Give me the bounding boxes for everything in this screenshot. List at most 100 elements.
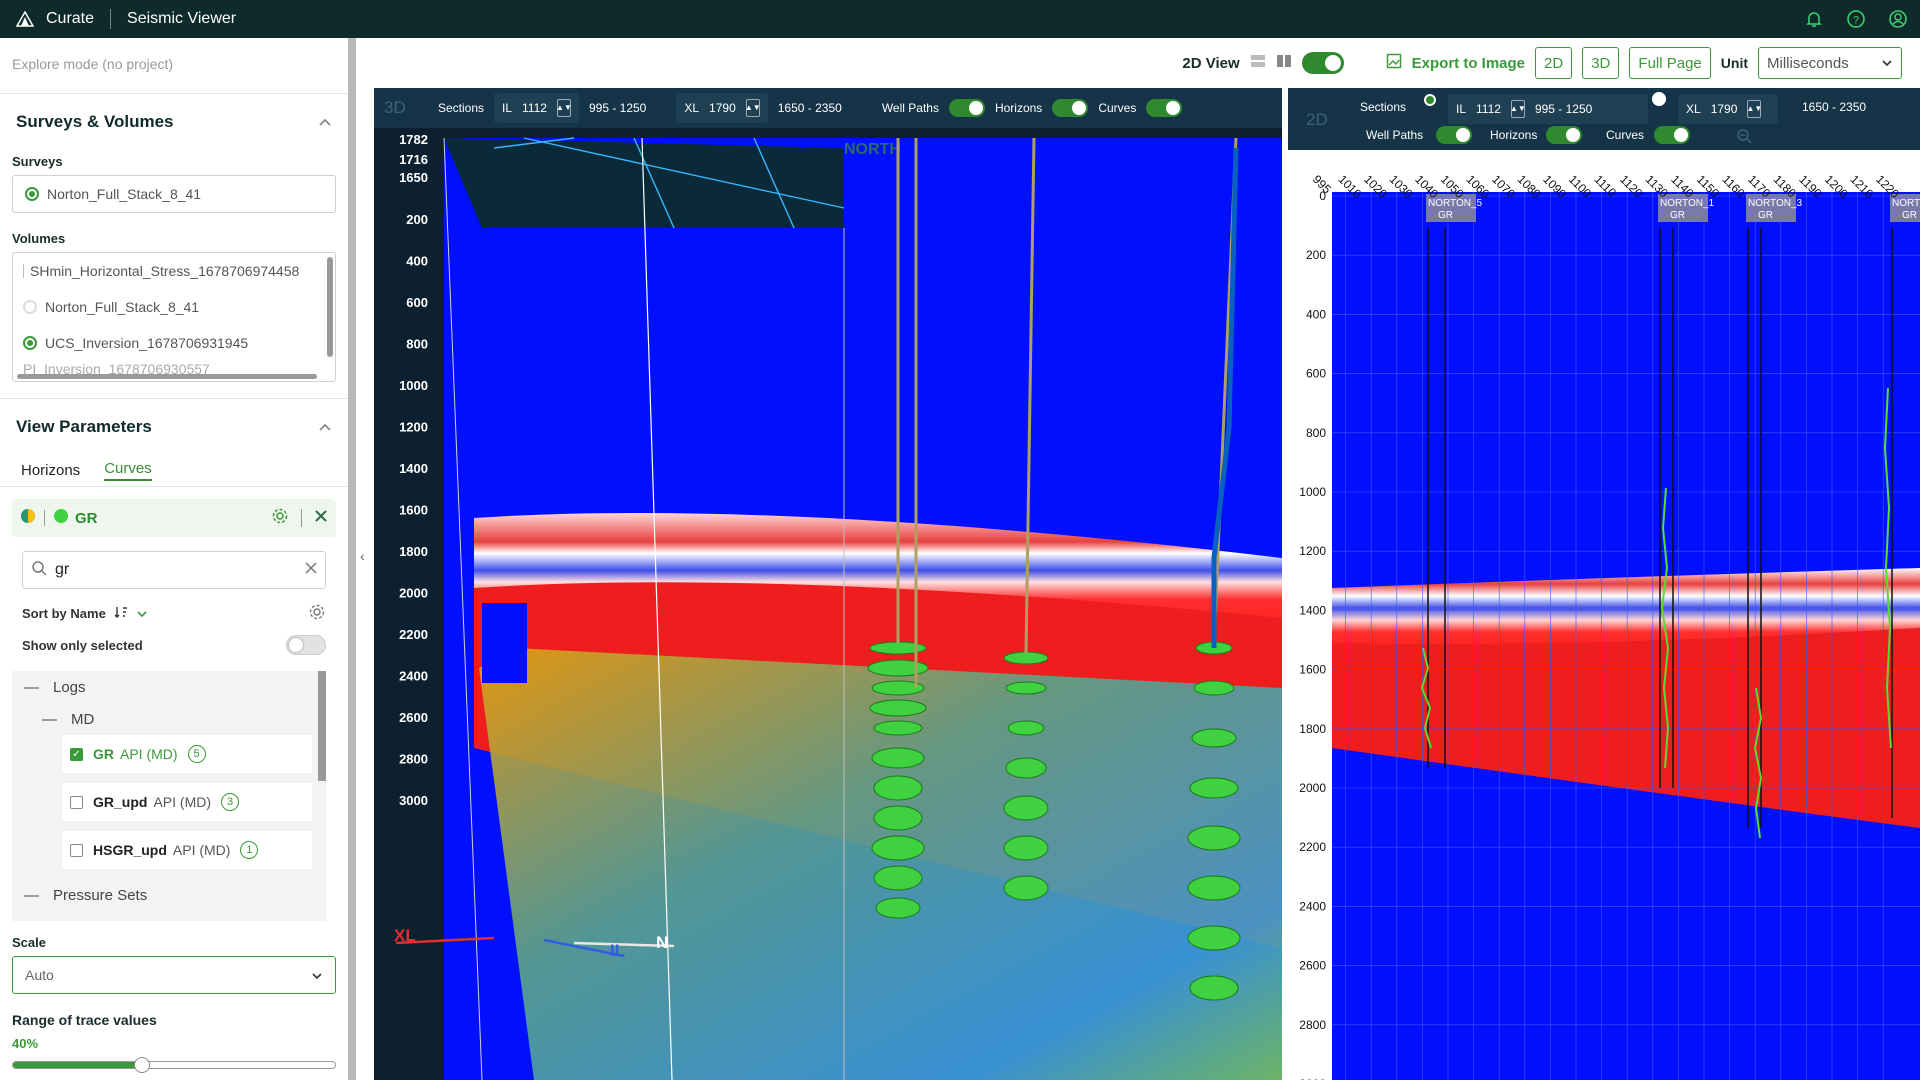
slider-thumb[interactable] [133,1057,150,1073]
sections-indicator-icon[interactable] [1424,94,1436,106]
tab-horizons[interactable]: Horizons [21,462,80,479]
well-paths-toggle[interactable] [948,99,985,117]
sort-direction-icon[interactable] [114,605,128,622]
curve-count-badge: 5 [187,745,206,763]
user-profile-icon[interactable] [1886,7,1910,31]
app-name[interactable]: Curate [46,10,94,28]
checkbox-checked-icon[interactable]: ✓ [70,747,83,761]
xl-spinner-icon[interactable]: ▲▼ [745,99,761,117]
checkbox-icon[interactable] [70,843,83,857]
layout-stacked-icon[interactable] [1250,54,1266,72]
radio-selected-icon [23,336,37,350]
survey-selector[interactable]: Norton_Full_Stack_8_41 [12,175,336,213]
xl-control[interactable]: XL 1790 ▲▼ [676,93,768,123]
volume-item[interactable]: SHmin_Horizontal_Stress_1678706974458 [13,253,335,289]
horizons-toggle[interactable] [1546,126,1582,144]
il-control[interactable]: IL 1112 ▲▼ [494,93,579,123]
chevron-up-icon[interactable] [318,417,332,437]
btn-2d[interactable]: 2D [1535,47,1573,79]
il-label: IL [1456,102,1467,116]
zoom-out-icon[interactable] [1736,128,1752,147]
show-selected-row: Show only selected [22,629,326,661]
colormap-icon[interactable] [20,508,36,528]
collapse-panel-chevron-left-icon[interactable]: ‹ [360,548,365,564]
collapse-icon[interactable]: — [42,711,57,728]
image-export-icon[interactable] [1386,53,1402,73]
curve-item-hsgr-upd[interactable]: HSGR_upd API (MD) 1 [62,831,312,869]
seismic-2d-section[interactable]: NORTON_5GRNORTON_1GRNORTON_3GRNORTONGR 9… [1288,88,1920,1080]
il-value[interactable]: 1112 [522,101,547,115]
curves-toggle[interactable] [1146,99,1183,117]
tree-node-md[interactable]: — MD [12,703,326,735]
depth-tick-label: 1000 [399,378,428,393]
volume-item[interactable]: PI_Inversion_1678706930557 [13,361,335,375]
view-2d-toggle[interactable] [1301,52,1344,74]
tree-scrollbar[interactable] [318,671,326,781]
curves-toggle[interactable] [1654,126,1690,144]
il-indicator-icon[interactable] [1652,92,1666,106]
scale-select[interactable]: Auto [12,956,336,994]
left-panel-scrollbar[interactable] [348,38,356,1080]
il-control[interactable]: IL 1112 ▲▼ 995 - 1250 [1448,94,1648,124]
xl-value[interactable]: 1790 [709,101,736,115]
surveys-volumes-header[interactable]: Surveys & Volumes [0,94,348,150]
view-parameters-header[interactable]: View Parameters [0,399,348,455]
tree-settings-gear-icon[interactable] [308,603,326,624]
well-curve-label: GR [1438,210,1453,221]
layout-side-by-side-icon[interactable] [1276,54,1292,72]
left-panel: Explore mode (no project) Surveys & Volu… [0,38,348,1080]
notifications-bell-icon[interactable] [1802,7,1826,31]
volumes-vertical-scrollbar[interactable] [327,257,333,357]
volume-item[interactable]: Norton_Full_Stack_8_41 [13,289,335,325]
xl-spinner-icon[interactable]: ▲▼ [1746,100,1762,118]
range-label: Range of trace values [12,1012,157,1028]
view-3d-panel[interactable]: NORTH XL IL N 1782 1716 1650 200 400 600 800 10… [374,88,1282,1080]
checkbox-icon[interactable] [70,795,83,809]
remove-curve-close-icon[interactable] [314,509,328,527]
depth-tick-label: 1650 [399,170,428,185]
tree-node-logs[interactable]: — Logs [12,671,326,703]
curve-settings-gear-icon[interactable] [271,507,289,529]
view-toolbar: 2D View Export to Image 2D 3D Full Page … [374,38,1920,88]
show-selected-toggle[interactable] [286,635,326,655]
time-tick-label: 400 [1306,307,1326,321]
il-value[interactable]: 1112 [1476,102,1501,116]
volumes-horizontal-scrollbar[interactable] [17,374,317,379]
curve-item-gr[interactable]: ✓ GR API (MD) 5 [62,735,312,773]
chevron-down-icon[interactable] [136,606,148,621]
help-icon[interactable]: ? [1844,7,1868,31]
range-slider[interactable] [12,1057,336,1073]
unit-label: Unit [1720,55,1748,71]
curve-color-icon[interactable] [53,508,69,528]
seismic-3d-scene[interactable]: NORTH XL IL N 1782 1716 1650 200 400 600 800 10… [374,88,1282,1080]
btn-3d[interactable]: 3D [1582,47,1620,79]
chip-divider [44,510,45,526]
volume-item[interactable]: UCS_Inversion_1678706931945 [13,325,335,361]
horizons-toggle[interactable] [1052,99,1089,117]
xl-range: 1650 - 2350 [1802,100,1867,114]
il-spinner-icon[interactable]: ▲▼ [1510,100,1526,118]
sort-dropdown[interactable]: Sort by Name [22,605,148,622]
curate-logo-icon[interactable] [14,8,36,30]
topbar-divider [110,9,112,29]
il-spinner-icon[interactable]: ▲▼ [556,99,572,117]
view-3d-header: 3D Sections IL 1112 ▲▼ 995 - 1250 XL 179… [374,88,1282,128]
tree-node-pressure-sets[interactable]: — Pressure Sets [12,879,326,911]
xl-control[interactable]: XL 1790 ▲▼ [1678,94,1778,124]
xl-value[interactable]: 1790 [1711,102,1738,116]
curve-item-gr-upd[interactable]: GR_upd API (MD) 3 [62,783,312,821]
selected-curve-chip[interactable]: GR [12,499,336,537]
tab-curves[interactable]: Curves [104,460,152,481]
collapse-icon[interactable]: — [24,887,39,904]
unit-select[interactable]: Milliseconds [1758,47,1902,79]
export-to-image-link[interactable]: Export to Image [1412,55,1525,72]
search-value: gr [55,561,70,578]
curve-search-input[interactable]: gr [22,551,326,589]
collapse-icon[interactable]: — [24,679,39,696]
volumes-list[interactable]: SHmin_Horizontal_Stress_1678706974458 No… [12,252,336,382]
full-page-button[interactable]: Full Page [1629,47,1711,79]
chevron-up-icon[interactable] [318,112,332,132]
clear-search-icon[interactable] [305,561,317,579]
well-paths-toggle[interactable] [1436,126,1472,144]
view-2d-panel[interactable]: NORTON_5GRNORTON_1GRNORTON_3GRNORTONGR 9… [1288,88,1920,1080]
